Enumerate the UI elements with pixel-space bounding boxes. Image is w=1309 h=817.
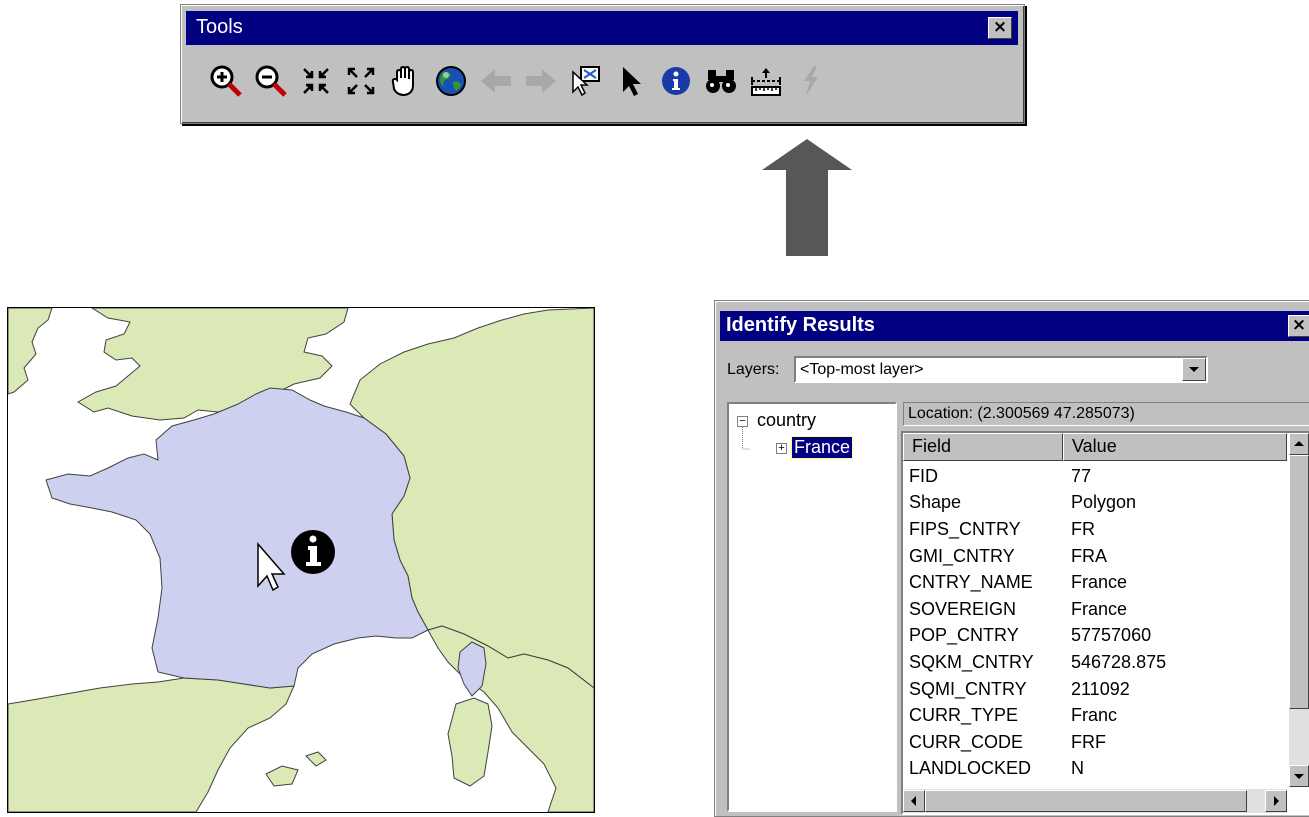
table-row[interactable]: FIPS_CNTRY FR	[903, 516, 1287, 543]
field-cell: LANDLOCKED	[909, 758, 1032, 775]
table-row[interactable]: SOVEREIGN France	[903, 596, 1287, 623]
chevron-down-icon	[1294, 774, 1304, 779]
grid-header: Field Value	[903, 433, 1287, 461]
field-cell: SOVEREIGN	[909, 598, 1017, 619]
field-cell: POP_CNTRY	[909, 625, 1019, 646]
value-cell: Franc	[1071, 705, 1118, 726]
field-cell: CURR_TYPE	[909, 705, 1019, 726]
field-cell: SQMI_CNTRY	[909, 678, 1027, 699]
identify-icon[interactable]	[655, 57, 697, 105]
expand-icon[interactable]: +	[776, 443, 787, 454]
column-header-value[interactable]: Value	[1063, 433, 1287, 461]
scroll-up-button[interactable]	[1289, 433, 1309, 455]
table-row[interactable]: SQKM_CNTRY 546728.875	[903, 649, 1287, 676]
table-row[interactable]: CURR_TYPE Franc	[903, 702, 1287, 729]
table-row[interactable]: LANDLOCKED N	[903, 756, 1287, 775]
table-row[interactable]: FID 77	[903, 463, 1287, 490]
value-cell: FR	[1071, 518, 1095, 539]
value-cell: France	[1071, 598, 1128, 619]
back-arrow-icon[interactable]	[475, 57, 517, 105]
field-cell: CNTRY_NAME	[909, 572, 1033, 593]
scroll-thumb[interactable]	[1289, 455, 1309, 709]
table-row[interactable]: SQMI_CNTRY 211092	[903, 676, 1287, 703]
tools-titlebar[interactable]: Tools ×	[186, 11, 1018, 45]
identify-close-button[interactable]: ×	[1288, 315, 1309, 337]
grid-rows: FID 77 Shape Polygon FIPS_CNTRY FR GMI_CNTR…	[903, 463, 1287, 775]
attributes-grid[interactable]: Field Value FID 77 Shape Polygon FIPS_CNTR…	[901, 431, 1309, 815]
table-row[interactable]: POP_CNTRY 57757060	[903, 623, 1287, 650]
column-header-field[interactable]: Field	[903, 433, 1063, 461]
hyperlink-lightning-icon[interactable]	[790, 57, 832, 105]
collapse-icon[interactable]: −	[737, 416, 748, 427]
up-arrow-icon	[762, 139, 852, 256]
table-row[interactable]: GMI_CNTRY FRA	[903, 543, 1287, 570]
layers-label: Layers:	[727, 361, 780, 378]
vertical-scrollbar[interactable]	[1289, 433, 1309, 787]
field-cell: FID	[909, 465, 938, 486]
tools-close-button[interactable]: ×	[988, 17, 1012, 39]
chevron-right-icon	[1274, 796, 1279, 806]
value-cell: 211092	[1071, 678, 1130, 699]
zoom-in-icon[interactable]	[205, 57, 247, 105]
chevron-down-icon	[1189, 367, 1199, 372]
select-features-icon[interactable]	[565, 57, 607, 105]
tool-buttons	[205, 53, 835, 109]
tools-toolbar: Tools ×	[180, 4, 1025, 124]
scroll-thumb-horizontal[interactable]	[925, 790, 1247, 812]
tree-node-country[interactable]: country	[757, 410, 816, 431]
field-cell: Shape	[909, 492, 962, 513]
field-cell: CURR_CODE	[909, 731, 1024, 752]
identify-title: Identify Results	[726, 314, 875, 336]
identify-titlebar[interactable]: Identify Results ×	[720, 311, 1309, 341]
chevron-up-icon	[1294, 441, 1304, 446]
value-cell: 77	[1071, 465, 1092, 486]
value-cell: France	[1071, 572, 1128, 593]
location-readout: Location: (2.300569 47.285073)	[903, 402, 1309, 426]
fixed-zoom-in-icon[interactable]	[295, 57, 337, 105]
horizontal-scrollbar[interactable]	[903, 789, 1287, 813]
measure-icon[interactable]	[745, 57, 787, 105]
value-cell: FRA	[1071, 545, 1107, 566]
scroll-down-button[interactable]	[1289, 765, 1309, 787]
value-cell: Polygon	[1071, 492, 1137, 513]
fixed-zoom-out-icon[interactable]	[340, 57, 382, 105]
full-extent-globe-icon[interactable]	[430, 57, 472, 105]
chevron-left-icon	[911, 796, 916, 806]
field-cell: GMI_CNTRY	[909, 545, 1015, 566]
dropdown-arrow-button[interactable]	[1182, 358, 1206, 381]
value-cell: 546728.875	[1071, 651, 1167, 672]
zoom-out-icon[interactable]	[250, 57, 292, 105]
map-canvas[interactable]	[8, 308, 594, 812]
field-cell: SQKM_CNTRY	[909, 651, 1034, 672]
table-row[interactable]: CNTRY_NAME France	[903, 569, 1287, 596]
map-view[interactable]	[7, 307, 595, 813]
scroll-left-button[interactable]	[903, 790, 925, 812]
table-row[interactable]: CURR_CODE FRF	[903, 729, 1287, 756]
scroll-right-button[interactable]	[1265, 790, 1287, 812]
tools-title: Tools	[196, 16, 243, 38]
value-cell: 57757060	[1071, 625, 1152, 646]
layers-dropdown-value: <Top-most layer>	[800, 361, 924, 378]
identify-results-window: Identify Results × Layers: <Top-most lay…	[714, 300, 1309, 817]
select-elements-pointer-icon[interactable]	[610, 57, 652, 105]
value-cell: N	[1071, 758, 1084, 775]
find-binoculars-icon[interactable]	[700, 57, 742, 105]
field-cell: FIPS_CNTRY	[909, 518, 1021, 539]
table-row[interactable]: Shape Polygon	[903, 490, 1287, 517]
results-tree[interactable]: − country + France	[727, 402, 897, 812]
tree-node-france[interactable]: France	[790, 436, 854, 459]
value-cell: FRF	[1071, 731, 1106, 752]
identify-cursor-icon	[291, 530, 335, 574]
layers-dropdown[interactable]: <Top-most layer>	[794, 356, 1208, 383]
pan-hand-icon[interactable]	[385, 57, 427, 105]
forward-arrow-icon[interactable]	[520, 57, 562, 105]
